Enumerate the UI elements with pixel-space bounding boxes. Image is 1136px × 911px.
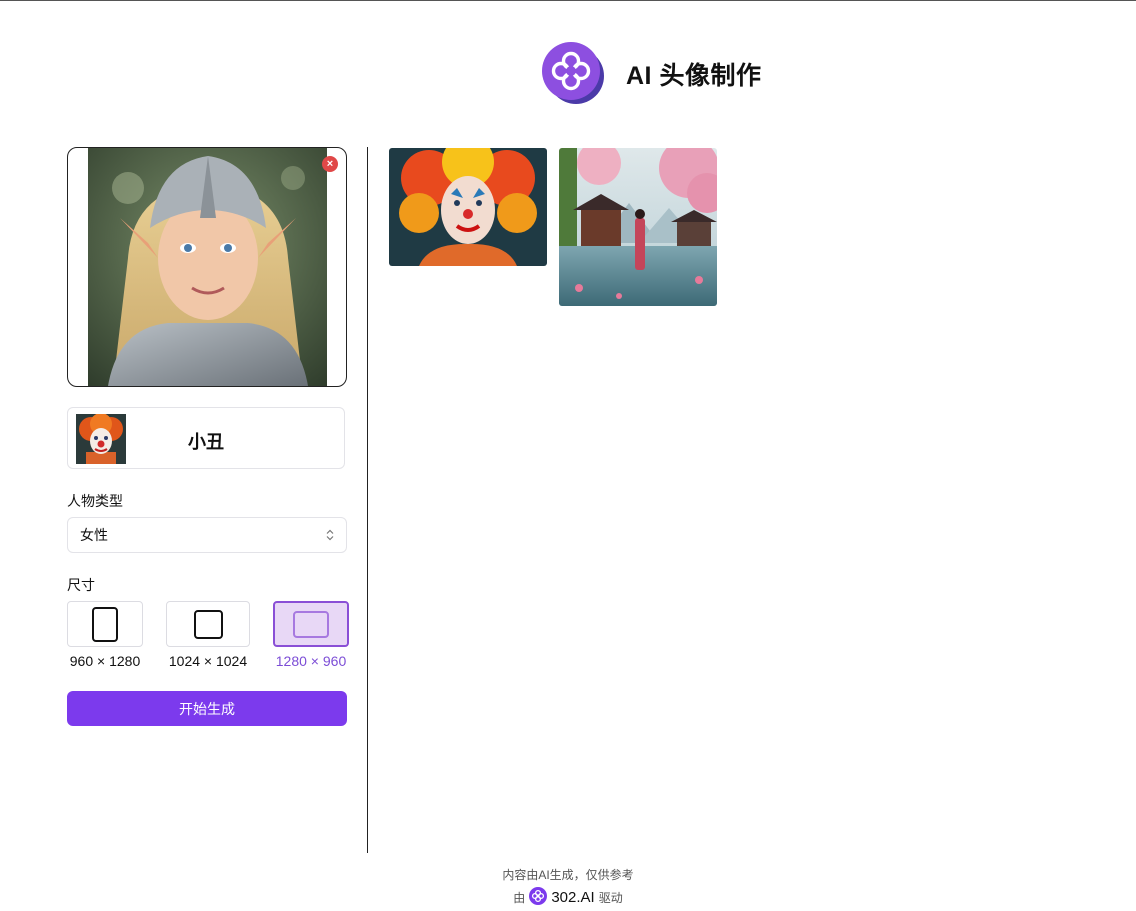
remove-image-button[interactable]: × — [322, 156, 338, 172]
lakeside-girl-image — [559, 148, 717, 306]
gallery-item-clown[interactable] — [389, 148, 547, 266]
panel-divider — [367, 147, 368, 853]
portrait-ratio-icon — [92, 606, 118, 642]
results-gallery — [389, 148, 717, 306]
landscape-ratio-icon — [293, 610, 329, 638]
start-generate-button[interactable]: 开始生成 — [67, 691, 347, 726]
powered-by-suffix: 驱动 — [598, 891, 623, 905]
ai-disclaimer: 内容由AI生成，仅供参考 — [502, 868, 634, 882]
size-option-960x1280[interactable]: 960 × 1280 — [67, 601, 143, 669]
size-label: 尺寸 — [67, 577, 95, 593]
square-ratio-icon — [193, 609, 223, 639]
clover-logo-icon — [540, 41, 606, 107]
gallery-item-lakeside[interactable] — [559, 148, 717, 306]
settings-panel: × 小丑 人物类型 女性 尺寸 960 × 1280 1024 × 1024 1… — [67, 147, 349, 726]
clown-portrait-image — [389, 148, 547, 266]
uploaded-portrait-image — [88, 148, 327, 386]
powered-by: 由 302.AI 驱动 — [0, 887, 1136, 908]
size-options: 960 × 1280 1024 × 1024 1280 × 960 — [67, 601, 349, 669]
size-option-box-selected — [273, 601, 349, 647]
size-option-1024x1024[interactable]: 1024 × 1024 — [166, 601, 250, 669]
size-option-label: 1024 × 1024 — [168, 653, 248, 669]
close-icon: × — [326, 158, 334, 170]
302ai-brand-link[interactable]: 302.AI — [551, 889, 594, 906]
person-type-select[interactable]: 女性 — [67, 517, 347, 553]
person-type-value: 女性 — [80, 527, 108, 543]
page-title: AI 头像制作 — [626, 62, 762, 90]
style-name: 小丑 — [188, 432, 224, 452]
footer: 内容由AI生成，仅供参考 由 302.AI 驱动 — [0, 866, 1136, 908]
selected-style-card[interactable]: 小丑 — [67, 407, 345, 469]
size-option-box — [166, 601, 250, 647]
uploaded-image-preview[interactable]: × — [67, 147, 347, 387]
size-option-box — [67, 601, 143, 647]
302ai-logo-icon — [529, 887, 548, 908]
size-option-1280x960[interactable]: 1280 × 960 — [273, 601, 349, 669]
person-type-label: 人物类型 — [67, 493, 123, 509]
app-header: AI 头像制作 — [540, 41, 761, 107]
size-option-label: 1280 × 960 — [275, 653, 347, 669]
chevron-up-down-icon — [326, 529, 334, 541]
powered-by-prefix: 由 — [513, 891, 526, 905]
size-option-label: 960 × 1280 — [69, 653, 141, 669]
